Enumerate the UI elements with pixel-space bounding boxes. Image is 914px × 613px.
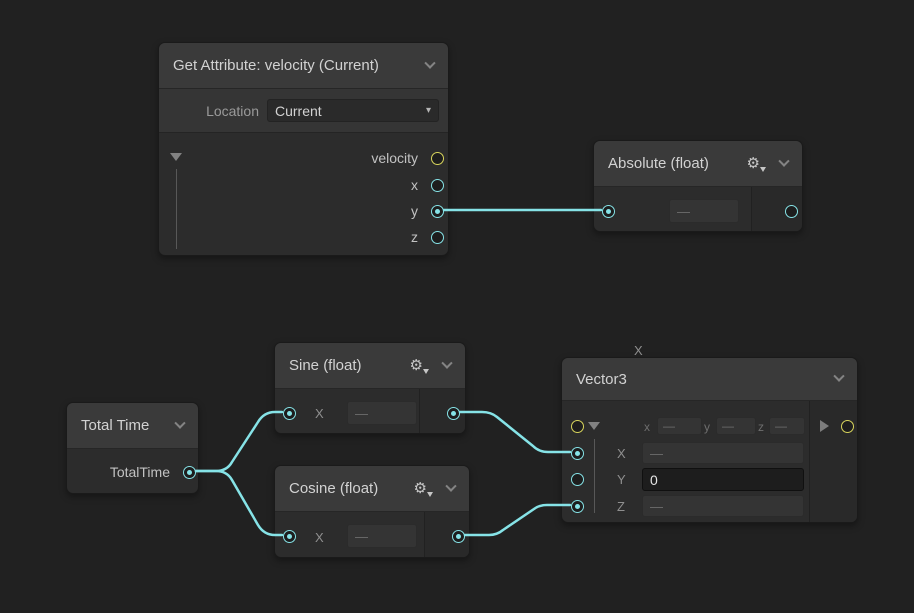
node-get-attribute-titlebar[interactable]: Get Attribute: velocity (Current): [159, 43, 448, 89]
port-label: x: [411, 177, 418, 193]
field-placeholder: —: [663, 419, 675, 433]
node-absolute-titlebar[interactable]: Absolute (float) ⚙: [594, 141, 802, 187]
input-port-y[interactable]: [571, 473, 584, 486]
chevron-down-icon[interactable]: [445, 480, 456, 491]
node-cosine[interactable]: Cosine (float) ⚙ X —: [274, 465, 470, 558]
output-row-totaltime: TotalTime: [67, 459, 198, 485]
inline-y-label: y: [704, 420, 710, 434]
expand-arrow-icon[interactable]: [820, 420, 829, 432]
node-get-attribute[interactable]: Get Attribute: velocity (Current) Locati…: [158, 42, 449, 256]
output-row-velocity: velocity: [159, 145, 448, 171]
port-label: z: [411, 229, 418, 245]
output-port[interactable]: [447, 407, 460, 420]
input-port-z[interactable]: [571, 500, 584, 513]
input-port-x[interactable]: [283, 407, 296, 420]
gear-dropdown-icon: [427, 492, 433, 497]
node-title: Absolute (float): [608, 155, 747, 172]
node-sine[interactable]: Sine (float) ⚙ X —: [274, 342, 466, 434]
input-port-x[interactable]: [571, 447, 584, 460]
inline-y-field: —: [716, 417, 756, 435]
gear-icon[interactable]: ⚙: [414, 481, 427, 496]
edge-sine-out-to-vector3-x[interactable]: [460, 412, 570, 452]
field-placeholder: —: [355, 529, 368, 544]
port-label: y: [411, 203, 418, 219]
node-total-time[interactable]: Total Time TotalTime: [66, 402, 199, 494]
input-port-x[interactable]: [283, 530, 296, 543]
input-label: X: [315, 528, 324, 545]
output-row-z: z: [159, 224, 448, 250]
field-placeholder: —: [722, 419, 734, 433]
field-placeholder: —: [775, 419, 787, 433]
chevron-down-icon[interactable]: [833, 371, 844, 382]
node-title: Get Attribute: velocity (Current): [173, 57, 426, 74]
output-port-x[interactable]: [431, 179, 444, 192]
gear-icon[interactable]: ⚙: [747, 156, 760, 171]
node-title: Total Time: [81, 417, 176, 434]
input-port-x[interactable]: [602, 205, 615, 218]
node-vector3[interactable]: Vector3 x — y — z — X — Y 0: [561, 357, 858, 523]
inline-z-label: z: [758, 420, 764, 434]
output-port-totaltime[interactable]: [183, 466, 196, 479]
output-area: [809, 401, 857, 522]
field-placeholder: —: [677, 204, 690, 219]
chevron-down-icon[interactable]: [174, 417, 185, 428]
y-field[interactable]: 0: [642, 468, 804, 491]
y-label: Y: [617, 472, 626, 487]
port-label: TotalTime: [110, 464, 170, 480]
output-port[interactable]: [452, 530, 465, 543]
location-dropdown-value: Current: [275, 103, 426, 119]
gear-icon[interactable]: ⚙: [410, 358, 423, 373]
gear-dropdown-icon: [760, 167, 766, 172]
node-cosine-titlebar[interactable]: Cosine (float) ⚙: [275, 466, 469, 512]
x-field: —: [642, 442, 804, 464]
inline-x-label: x: [644, 420, 650, 434]
edge-total-time-to-sine-x[interactable]: [196, 412, 282, 471]
foldout-triangle-icon[interactable]: [588, 422, 600, 430]
field-placeholder: —: [650, 446, 663, 461]
output-port-velocity[interactable]: [431, 152, 444, 165]
location-dropdown[interactable]: Current ▾: [267, 99, 439, 122]
location-label: Location: [206, 103, 259, 119]
output-port-y[interactable]: [431, 205, 444, 218]
output-port[interactable]: [785, 205, 798, 218]
node-sine-titlebar[interactable]: Sine (float) ⚙: [275, 343, 465, 389]
hierarchy-line: [594, 439, 595, 513]
gear-dropdown-icon: [423, 369, 429, 374]
edge-total-time-to-cosine-x[interactable]: [196, 471, 282, 535]
node-total-time-titlebar[interactable]: Total Time: [67, 403, 198, 449]
node-vector3-titlebar[interactable]: Vector3: [562, 358, 857, 401]
field-placeholder: —: [355, 406, 368, 421]
node-title: Vector3: [576, 371, 835, 388]
input-label: X: [634, 343, 643, 358]
chevron-down-icon[interactable]: [778, 155, 789, 166]
graph-canvas[interactable]: Get Attribute: velocity (Current) Locati…: [0, 0, 914, 613]
node-title: Sine (float): [289, 357, 410, 374]
chevron-down-icon[interactable]: [424, 57, 435, 68]
node-title: Cosine (float): [289, 480, 414, 497]
field-placeholder: —: [650, 499, 663, 514]
chevron-down-icon[interactable]: [441, 357, 452, 368]
input-field-x: —: [347, 524, 417, 548]
node-absolute[interactable]: Absolute (float) ⚙ X —: [593, 140, 803, 232]
location-row: Location Current ▾: [159, 89, 448, 133]
output-row-x: x: [159, 172, 448, 198]
inline-z-field: —: [769, 417, 805, 435]
field-value: 0: [650, 472, 658, 488]
input-port-vector3[interactable]: [571, 420, 584, 433]
input-label: X: [315, 405, 324, 421]
inline-x-field: —: [657, 417, 702, 435]
z-field: —: [642, 495, 804, 517]
output-port-z[interactable]: [431, 231, 444, 244]
dropdown-arrow-icon: ▾: [426, 106, 431, 116]
z-label: Z: [617, 499, 625, 514]
output-row-y: y: [159, 198, 448, 224]
input-field-x: —: [669, 199, 739, 223]
output-port-vector3[interactable]: [841, 420, 854, 433]
x-label: X: [617, 446, 626, 461]
input-field-x: —: [347, 401, 417, 425]
edge-cosine-out-to-vector3-z[interactable]: [465, 505, 570, 535]
port-label: velocity: [371, 150, 418, 166]
